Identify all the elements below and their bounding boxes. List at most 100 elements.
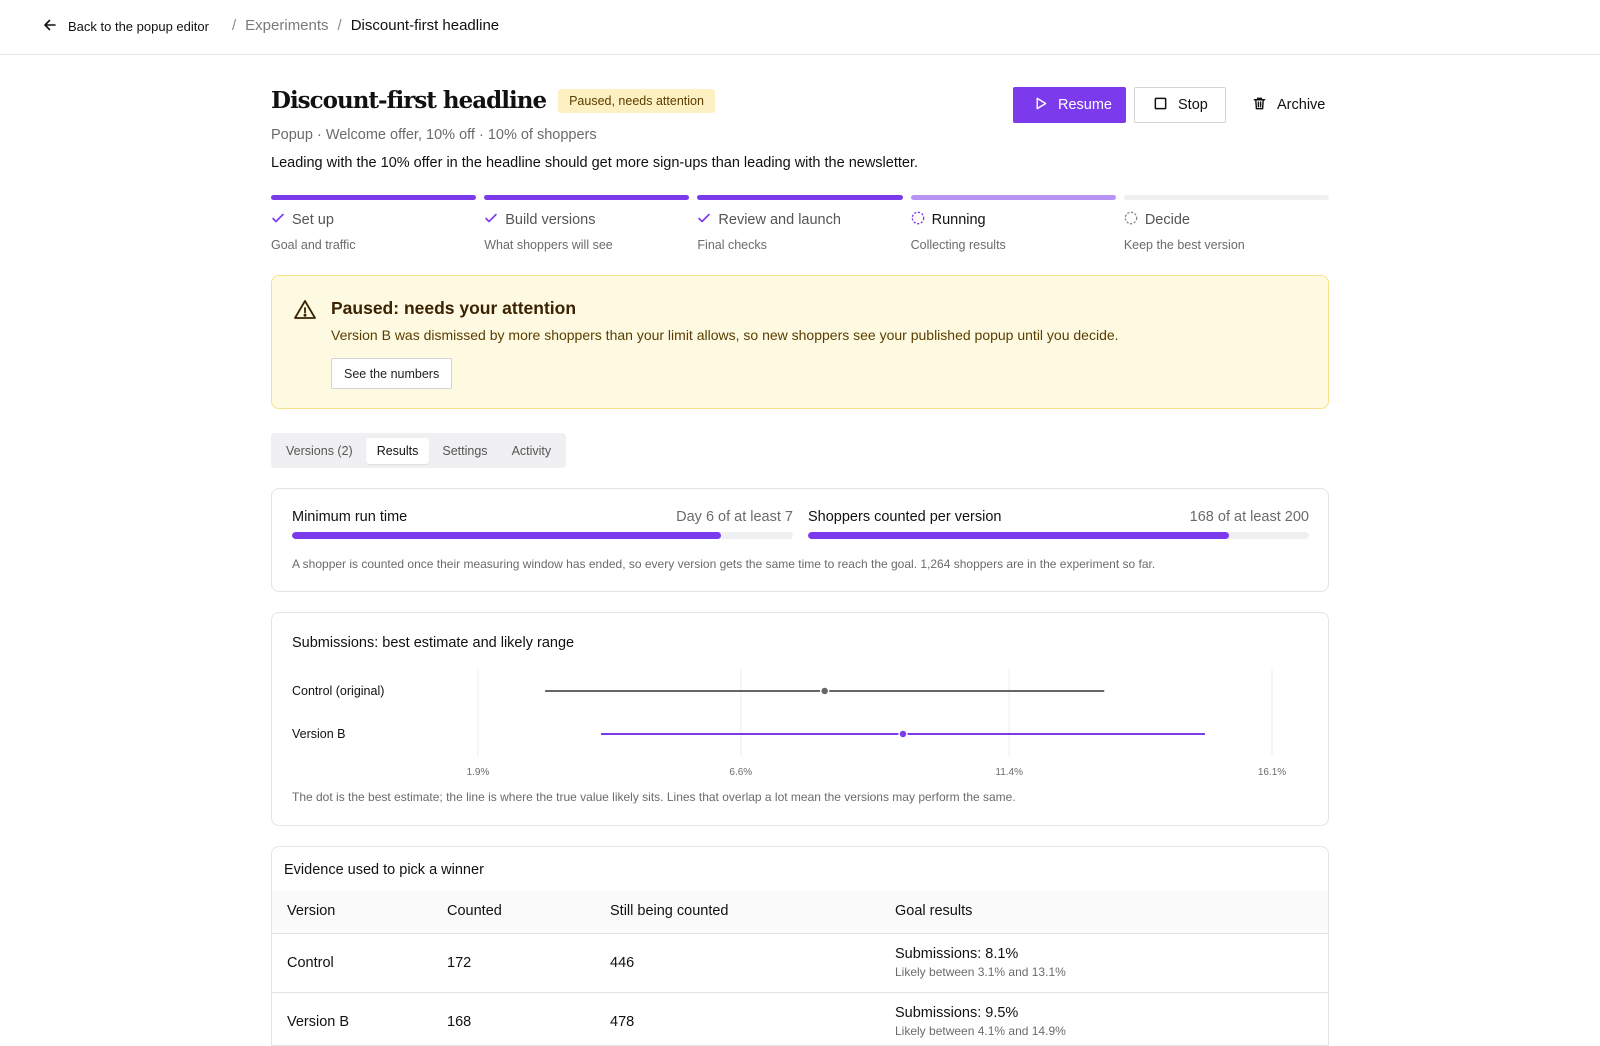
arrow-left-icon — [42, 17, 58, 36]
breadcrumb-current: Discount-first headline — [350, 17, 500, 34]
stop-icon — [1153, 96, 1168, 115]
cell-goal: Submissions: 9.5% Likely between 4.1% an… — [894, 992, 1328, 1045]
experiment-hypothesis: Leading with the 10% offer in the headli… — [271, 155, 919, 171]
action-buttons: Resume Stop Archive — [1013, 87, 1329, 123]
table-row: Version B 168 478 Submissions: 9.5% Like… — [272, 992, 1328, 1045]
goal-result: Submissions: 9.5% — [895, 1005, 1019, 1021]
cell-version: Control — [272, 933, 446, 993]
back-to-editor-link[interactable]: Back to the popup editor — [42, 17, 209, 36]
top-bar: Back to the popup editor / Experiments /… — [0, 0, 1600, 55]
resume-button[interactable]: Resume — [1013, 87, 1126, 123]
breadcrumb: / Experiments / Discount-first headline — [232, 17, 499, 34]
series-label: Control (original) — [292, 684, 384, 698]
evidence-card: Evidence used to pick a winner Version C… — [271, 846, 1329, 1046]
progress-track — [808, 532, 1309, 539]
archive-button[interactable]: Archive — [1234, 87, 1329, 123]
step-label: Review and launch — [718, 212, 841, 228]
progress-track — [292, 532, 793, 539]
x-tick-label: 11.4% — [995, 767, 1023, 778]
paused-alert: Paused: needs your attention Version B w… — [271, 275, 1329, 409]
breadcrumb-experiments[interactable]: Experiments — [245, 17, 328, 34]
breadcrumb-separator: / — [337, 17, 342, 34]
play-icon — [1033, 96, 1048, 115]
gate-value: Day 6 of at least 7 — [676, 509, 793, 525]
gate-value: 168 of at least 200 — [1189, 509, 1309, 525]
x-tick-label: 6.6% — [729, 767, 752, 778]
step-review-and-launch: Review and launch Final checks — [697, 195, 903, 252]
gate-label: Minimum run time — [292, 509, 408, 525]
series-label: Version B — [292, 727, 346, 741]
cell-counted: 168 — [446, 992, 609, 1045]
step-label-row: Review and launch — [697, 211, 902, 229]
step-bar — [1123, 195, 1330, 200]
cell-pending: 478 — [609, 992, 894, 1045]
stop-button[interactable]: Stop — [1134, 87, 1226, 123]
tab-activity[interactable]: Activity — [501, 438, 563, 464]
warning-icon — [293, 298, 317, 322]
evidence-table: Version Counted Still being counted Goal… — [272, 890, 1328, 1045]
experiment-subtitle: Popup · Welcome offer, 10% off · 10% of … — [271, 127, 597, 143]
check-icon — [271, 211, 285, 229]
step-description: Final checks — [697, 238, 767, 252]
step-set-up: Set up Goal and traffic — [271, 195, 477, 252]
step-label-row: Set up — [271, 211, 476, 229]
progress-fill — [292, 532, 722, 539]
table-header-row: Version Counted Still being counted Goal… — [272, 890, 1328, 934]
cell-pending: 446 — [609, 933, 894, 993]
min-run-gate: Minimum run time Day 6 of at least 7 — [292, 509, 793, 539]
estimate-dot — [819, 686, 830, 696]
step-bar — [910, 195, 1116, 200]
step-running: Running Collecting results — [910, 195, 1116, 252]
estimate-dot — [898, 729, 908, 739]
status-badge: Paused, needs attention — [558, 88, 715, 113]
goal-result: Submissions: 8.1% — [895, 946, 1019, 962]
gate-label: Shoppers counted per version — [808, 509, 1002, 525]
step-label-row: Running — [911, 211, 1116, 229]
chart-note: The dot is the best estimate; the line i… — [292, 790, 1016, 804]
tab-versions[interactable]: Versions (2) — [275, 438, 364, 464]
cell-counted: 172 — [446, 933, 609, 993]
step-label: Set up — [292, 212, 334, 228]
estimate-chart-card: Submissions: best estimate and likely ra… — [271, 612, 1329, 826]
step-description: Goal and traffic — [271, 238, 356, 252]
title-row: Discount-first headline Paused, needs at… — [271, 87, 715, 114]
cell-goal: Submissions: 8.1% Likely between 3.1% an… — [894, 933, 1328, 993]
step-description: Keep the best version — [1123, 238, 1245, 252]
column-header: Counted — [446, 890, 609, 934]
x-tick-label: 1.9% — [467, 767, 490, 778]
resume-label: Resume — [1058, 97, 1112, 113]
progress-stepper: Set up Goal and traffic Build versions W… — [271, 195, 1330, 252]
archive-label: Archive — [1277, 97, 1326, 113]
step-label: Running — [931, 212, 986, 228]
step-bar — [271, 195, 477, 200]
in-progress-icon — [911, 211, 925, 229]
evidence-title: Evidence used to pick a winner — [284, 862, 484, 878]
column-header: Goal results — [894, 890, 1328, 934]
gate-note: A shopper is counted once their measurin… — [292, 557, 1156, 571]
step-description: What shoppers will see — [484, 238, 613, 252]
tab-results[interactable]: Results — [365, 437, 430, 464]
check-icon — [697, 211, 711, 229]
check-icon — [484, 211, 498, 229]
page-title: Discount-first headline — [271, 87, 547, 114]
stop-label: Stop — [1178, 97, 1208, 113]
trash-icon — [1252, 96, 1267, 115]
back-label: Back to the popup editor — [68, 19, 209, 34]
counted-gate: Shoppers counted per version 168 of at l… — [808, 509, 1309, 539]
step-decide: Decide Keep the best version — [1123, 195, 1330, 252]
step-label: Decide — [1144, 212, 1190, 228]
table-row: Control 172 446 Submissions: 8.1% Likely… — [272, 933, 1328, 993]
step-build-versions: Build versions What shoppers will see — [484, 195, 690, 252]
alert-title: Paused: needs your attention — [331, 298, 577, 318]
step-label-row: Build versions — [484, 211, 689, 229]
step-bar — [697, 195, 903, 200]
step-bar — [484, 195, 690, 200]
progress-fill — [808, 532, 1229, 539]
step-label-row: Decide — [1124, 211, 1329, 229]
see-numbers-button[interactable]: See the numbers — [331, 358, 453, 389]
step-description: Collecting results — [910, 238, 1006, 252]
tab-settings[interactable]: Settings — [431, 438, 498, 464]
column-header: Version — [272, 890, 446, 934]
goal-range: Likely between 3.1% and 13.1% — [895, 965, 1066, 979]
alert-text: Version B was dismissed by more shoppers… — [331, 327, 1119, 343]
